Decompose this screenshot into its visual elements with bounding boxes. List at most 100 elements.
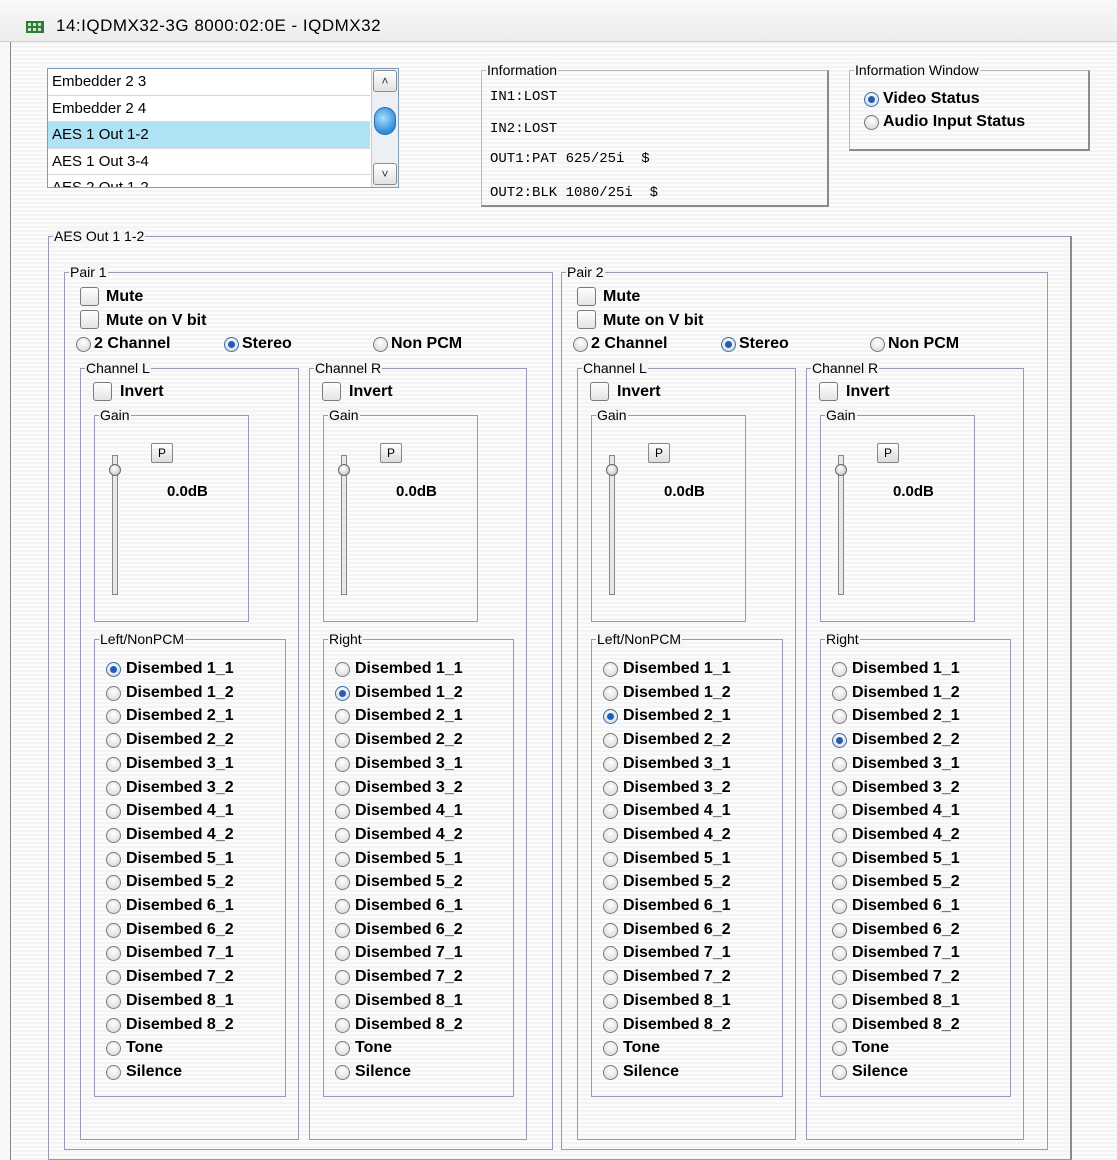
source-radio[interactable] [603,851,618,867]
source-radio[interactable] [603,922,618,938]
source-radio[interactable] [832,827,847,843]
source-radio[interactable] [106,922,121,938]
source-radio[interactable] [832,922,847,938]
source-radio[interactable] [335,899,350,914]
source-radio[interactable] [832,993,847,1009]
source-radio[interactable] [106,1064,121,1080]
mode-radio[interactable] [373,337,388,352]
mode-label: Stereo [242,335,292,352]
source-radio[interactable] [832,756,847,772]
source-radio[interactable] [335,733,350,749]
source-radio[interactable] [603,662,618,677]
source-radio[interactable] [106,899,121,914]
mode-radio[interactable] [721,337,736,352]
source-option-label: Disembed 7_1 [126,944,234,962]
source-radio[interactable] [832,851,847,867]
mute-v-bit-checkbox[interactable] [80,310,99,329]
source-radio[interactable] [335,685,350,701]
arrow-up-icon[interactable]: ˄ [373,70,397,92]
arrow-down-icon[interactable]: ˅ [373,163,397,185]
source-radio[interactable] [335,993,350,1009]
mode-radio[interactable] [224,337,239,352]
source-option-label: Disembed 2_1 [355,707,463,725]
source-radio[interactable] [106,827,121,843]
source-radio[interactable] [335,780,350,796]
source-option-label: Disembed 3_2 [623,778,731,796]
source-radio[interactable] [603,733,618,749]
gain-slider-knob[interactable] [835,464,847,476]
list-scrollbar[interactable]: ˄ ˅ [371,69,398,187]
source-option-label: Silence [623,1062,680,1080]
gain-slider[interactable] [112,455,118,595]
mute-v-bit-checkbox[interactable] [577,310,596,329]
source-radio[interactable] [106,756,121,772]
mode-radio[interactable] [76,337,91,352]
list-item-selected[interactable]: AES 1 Out 1-2 [48,122,370,149]
source-radio[interactable] [832,970,847,986]
scroll-thumb[interactable] [374,107,396,135]
radio-audio-input-status[interactable] [864,115,879,130]
output-list[interactable]: Embedder 2 3 Embedder 2 4 AES 1 Out 1-2 … [47,68,399,188]
gain-slider-knob[interactable] [338,464,350,476]
list-item[interactable]: Embedder 2 3 [48,69,370,96]
source-radio[interactable] [106,733,121,749]
source-option-label: Disembed 5_2 [852,873,960,891]
list-item[interactable]: AES 2 Out 1-2 [48,175,370,187]
mode-radio[interactable] [870,337,885,352]
source-radio[interactable] [335,662,350,677]
source-option-label: Disembed 5_2 [126,873,234,891]
invert-checkbox[interactable] [819,382,838,401]
source-radio[interactable] [106,685,121,701]
source-radio[interactable] [603,970,618,986]
source-radio[interactable] [832,662,847,677]
invert-checkbox[interactable] [93,382,112,401]
source-radio[interactable] [603,1064,618,1080]
source-option-label: Disembed 8_2 [355,1015,463,1033]
source-radio[interactable] [603,780,618,796]
source-radio[interactable] [832,685,847,701]
source-radio[interactable] [603,993,618,1009]
preset-button[interactable]: P [877,443,899,463]
gain-slider[interactable] [838,455,844,595]
source-radio[interactable] [106,851,121,867]
source-option-label: Tone [126,1039,164,1057]
mode-radio[interactable] [573,337,588,352]
source-radio[interactable] [106,993,121,1009]
source-radio[interactable] [603,899,618,914]
preset-button[interactable]: P [648,443,670,463]
mute-checkbox[interactable] [577,287,596,306]
gain-slider-knob[interactable] [109,464,121,476]
list-item[interactable]: AES 1 Out 3-4 [48,149,370,175]
pair-label: Pair 1 [69,264,108,280]
source-radio[interactable] [106,662,121,677]
source-radio[interactable] [832,1017,847,1033]
source-radio[interactable] [106,1017,121,1033]
list-item[interactable]: Embedder 2 4 [48,96,370,122]
source-radio[interactable] [335,1017,350,1033]
source-radio[interactable] [832,899,847,914]
invert-checkbox[interactable] [322,382,341,401]
source-radio[interactable] [832,1064,847,1080]
preset-button[interactable]: P [151,443,173,463]
source-radio[interactable] [106,970,121,986]
source-radio[interactable] [603,1017,618,1033]
source-radio[interactable] [603,756,618,772]
source-radio[interactable] [832,780,847,796]
source-radio[interactable] [335,827,350,843]
preset-button[interactable]: P [380,443,402,463]
gain-slider-knob[interactable] [606,464,618,476]
source-radio[interactable] [832,733,847,749]
source-radio[interactable] [335,756,350,772]
mute-checkbox[interactable] [80,287,99,306]
source-radio[interactable] [335,970,350,986]
source-radio[interactable] [106,780,121,796]
source-radio[interactable] [603,827,618,843]
source-radio[interactable] [603,685,618,701]
source-radio[interactable] [335,1064,350,1080]
gain-slider[interactable] [341,455,347,595]
radio-video-status[interactable] [864,92,879,107]
invert-checkbox[interactable] [590,382,609,401]
source-radio[interactable] [335,922,350,938]
gain-slider[interactable] [609,455,615,595]
source-radio[interactable] [335,851,350,867]
